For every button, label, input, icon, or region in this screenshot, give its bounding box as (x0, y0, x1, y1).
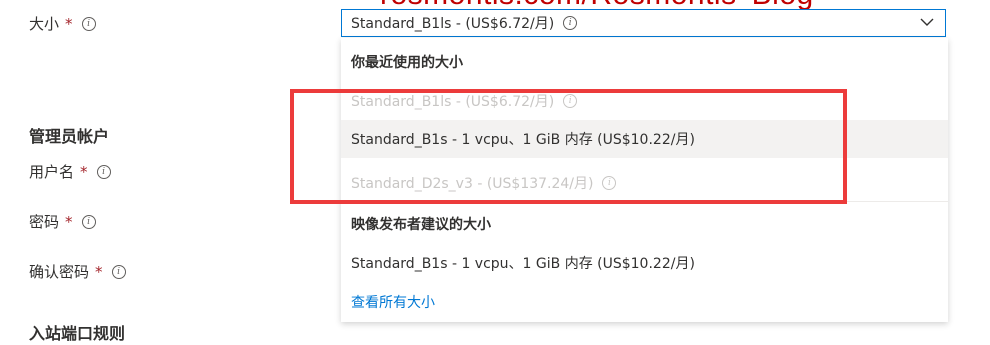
info-icon[interactable]: i (96, 164, 111, 179)
option-label: Standard_D2s_v3 - (US$137.24/月) (351, 176, 594, 192)
size-option-standard-b1s[interactable]: Standard_B1s - 1 vcpu、1 GiB 内存 (US$10.22… (341, 120, 948, 158)
size-option-publisher-b1s[interactable]: Standard_B1s - 1 vcpu、1 GiB 内存 (US$10.22… (341, 244, 948, 282)
size-dropdown: 你最近使用的大小 Standard_B1ls - (US$6.72/月) i S… (341, 38, 948, 322)
confirm-password-label: 确认密码 (29, 263, 90, 281)
info-icon[interactable]: i (81, 16, 96, 31)
password-label-row: 密码 * i (29, 211, 96, 232)
size-label: 大小 (29, 15, 60, 33)
admin-section-title: 管理员帐户 (29, 127, 110, 146)
size-label-row: 大小 * i (29, 13, 96, 34)
username-label: 用户名 (29, 163, 75, 181)
size-select-value-row: Standard_B1ls - (US$6.72/月) i (351, 13, 578, 33)
required-marker: * (80, 162, 88, 181)
info-icon[interactable]: i (111, 264, 126, 279)
required-marker: * (65, 212, 73, 231)
info-icon[interactable]: i (563, 16, 578, 30)
size-select-value: Standard_B1ls - (US$6.72/月) (351, 16, 555, 32)
required-marker: * (65, 14, 73, 33)
recent-sizes-header: 你最近使用的大小 (351, 55, 463, 71)
info-icon[interactable]: i (81, 214, 96, 229)
info-icon: i (563, 94, 578, 108)
username-label-row: 用户名 * i (29, 161, 111, 182)
password-label: 密码 (29, 213, 60, 231)
see-all-sizes-link[interactable]: 查看所有大小 (351, 292, 435, 312)
inbound-ports-section-title: 入站端口规则 (29, 324, 126, 343)
size-option-standard-d2s-v3: Standard_D2s_v3 - (US$137.24/月) i (341, 164, 948, 202)
confirm-password-label-row: 确认密码 * i (29, 261, 126, 282)
option-label: Standard_B1s - 1 vcpu、1 GiB 内存 (US$10.22… (351, 256, 695, 272)
dropdown-divider (341, 201, 948, 202)
size-option-standard-b1ls: Standard_B1ls - (US$6.72/月) i (341, 82, 948, 120)
option-label: Standard_B1s - 1 vcpu、1 GiB 内存 (US$10.22… (351, 132, 695, 148)
required-marker: * (95, 262, 103, 281)
chevron-down-icon[interactable] (919, 14, 935, 30)
publisher-sizes-header: 映像发布者建议的大小 (351, 217, 491, 233)
info-icon: i (602, 176, 617, 190)
size-select[interactable]: Standard_B1ls - (US$6.72/月) i (341, 9, 946, 37)
option-label: Standard_B1ls - (US$6.72/月) (351, 94, 555, 110)
